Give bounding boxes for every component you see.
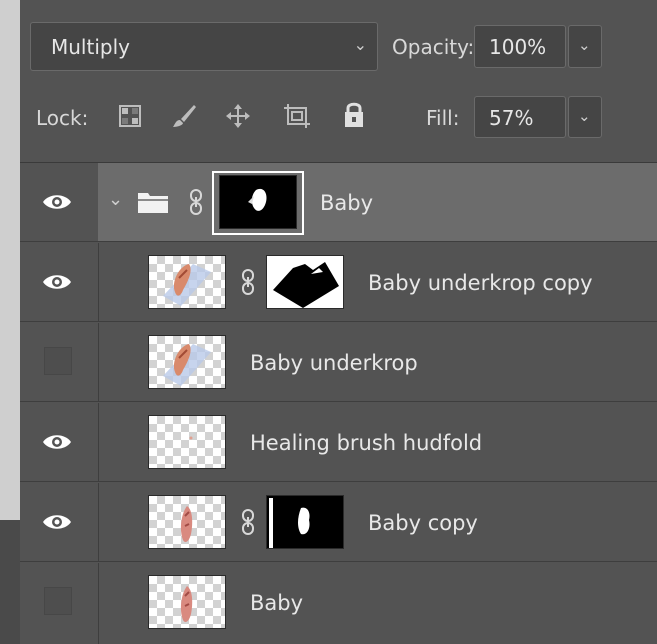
- opacity-label: Opacity:: [392, 35, 475, 59]
- layer-name: Baby: [250, 591, 304, 615]
- eye-icon: [43, 515, 71, 529]
- opacity-dropdown-button[interactable]: ⌄: [568, 25, 602, 68]
- fill-label: Fill:: [426, 106, 460, 130]
- visibility-toggle[interactable]: [20, 483, 99, 561]
- eye-icon: [43, 195, 71, 209]
- eye-icon: [43, 275, 71, 289]
- lock-artboard-crop-icon[interactable]: [282, 102, 312, 136]
- visibility-toggle[interactable]: [20, 323, 99, 401]
- layer-row-baby-underkrop-copy[interactable]: Baby underkrop copy: [20, 243, 657, 322]
- fill-dropdown-button[interactable]: ⌄: [568, 96, 602, 138]
- layer-row-group-baby[interactable]: ⌄ Baby: [20, 163, 657, 242]
- opacity-input[interactable]: 100%: [474, 25, 566, 68]
- layers-panel: Multiply ⌄ Opacity: 100% ⌄ Lock: Fill: 5…: [20, 0, 657, 644]
- lock-label: Lock:: [36, 106, 89, 130]
- link-chain-icon[interactable]: [240, 509, 256, 541]
- layer-row-highlight: [98, 163, 657, 241]
- visibility-toggle[interactable]: [20, 563, 99, 644]
- visibility-toggle[interactable]: [20, 163, 99, 241]
- layer-thumbnail[interactable]: [148, 575, 226, 629]
- blend-options-bar: Multiply ⌄ Opacity: 100% ⌄: [20, 0, 657, 92]
- opacity-value: 100%: [489, 35, 547, 59]
- layer-thumbnail[interactable]: [148, 255, 226, 309]
- chevron-down-icon: ⌄: [353, 35, 367, 54]
- lock-options-bar: Lock: Fill: 57% ⌄: [20, 92, 657, 163]
- layer-thumbnail[interactable]: [148, 495, 226, 549]
- link-chain-icon[interactable]: [240, 269, 256, 301]
- eye-icon: [43, 435, 71, 449]
- layer-name: Healing brush hudfold: [250, 431, 483, 455]
- chevron-down-icon: ⌄: [578, 107, 591, 125]
- blend-mode-select[interactable]: Multiply ⌄: [30, 22, 378, 71]
- layer-name: Baby: [320, 191, 374, 215]
- layer-name: Baby underkrop copy: [368, 271, 593, 295]
- fill-value: 57%: [489, 106, 534, 130]
- layer-thumbnail[interactable]: [148, 335, 226, 389]
- layer-mask-thumbnail[interactable]: [266, 495, 344, 549]
- chevron-down-icon[interactable]: ⌄: [108, 189, 123, 210]
- hidden-visibility-box: [44, 347, 72, 375]
- layer-mask-thumbnail[interactable]: [266, 255, 344, 309]
- chevron-down-icon: ⌄: [578, 36, 591, 54]
- layer-name: Baby copy: [368, 511, 478, 535]
- lock-transparent-pixels-icon[interactable]: [118, 104, 142, 134]
- lock-position-move-icon[interactable]: [224, 102, 252, 136]
- lock-image-pixels-brush-icon[interactable]: [170, 102, 198, 136]
- layer-row-baby-underkrop[interactable]: Baby underkrop: [20, 323, 657, 402]
- blend-mode-value: Multiply: [51, 35, 130, 59]
- hidden-visibility-box: [44, 587, 72, 615]
- link-chain-icon[interactable]: [188, 189, 204, 221]
- folder-icon: [136, 189, 170, 219]
- visibility-toggle[interactable]: [20, 243, 99, 321]
- layer-row-baby[interactable]: Baby: [20, 563, 657, 644]
- visibility-toggle[interactable]: [20, 403, 99, 481]
- layer-mask-thumbnail[interactable]: [219, 175, 297, 229]
- layer-row-healing-brush-hudfold[interactable]: Healing brush hudfold: [20, 403, 657, 482]
- layer-row-baby-copy[interactable]: Baby copy: [20, 483, 657, 562]
- layer-name: Baby underkrop: [250, 351, 418, 375]
- fill-input[interactable]: 57%: [474, 96, 566, 138]
- lock-all-padlock-icon[interactable]: [342, 100, 366, 136]
- layer-thumbnail[interactable]: [148, 415, 226, 469]
